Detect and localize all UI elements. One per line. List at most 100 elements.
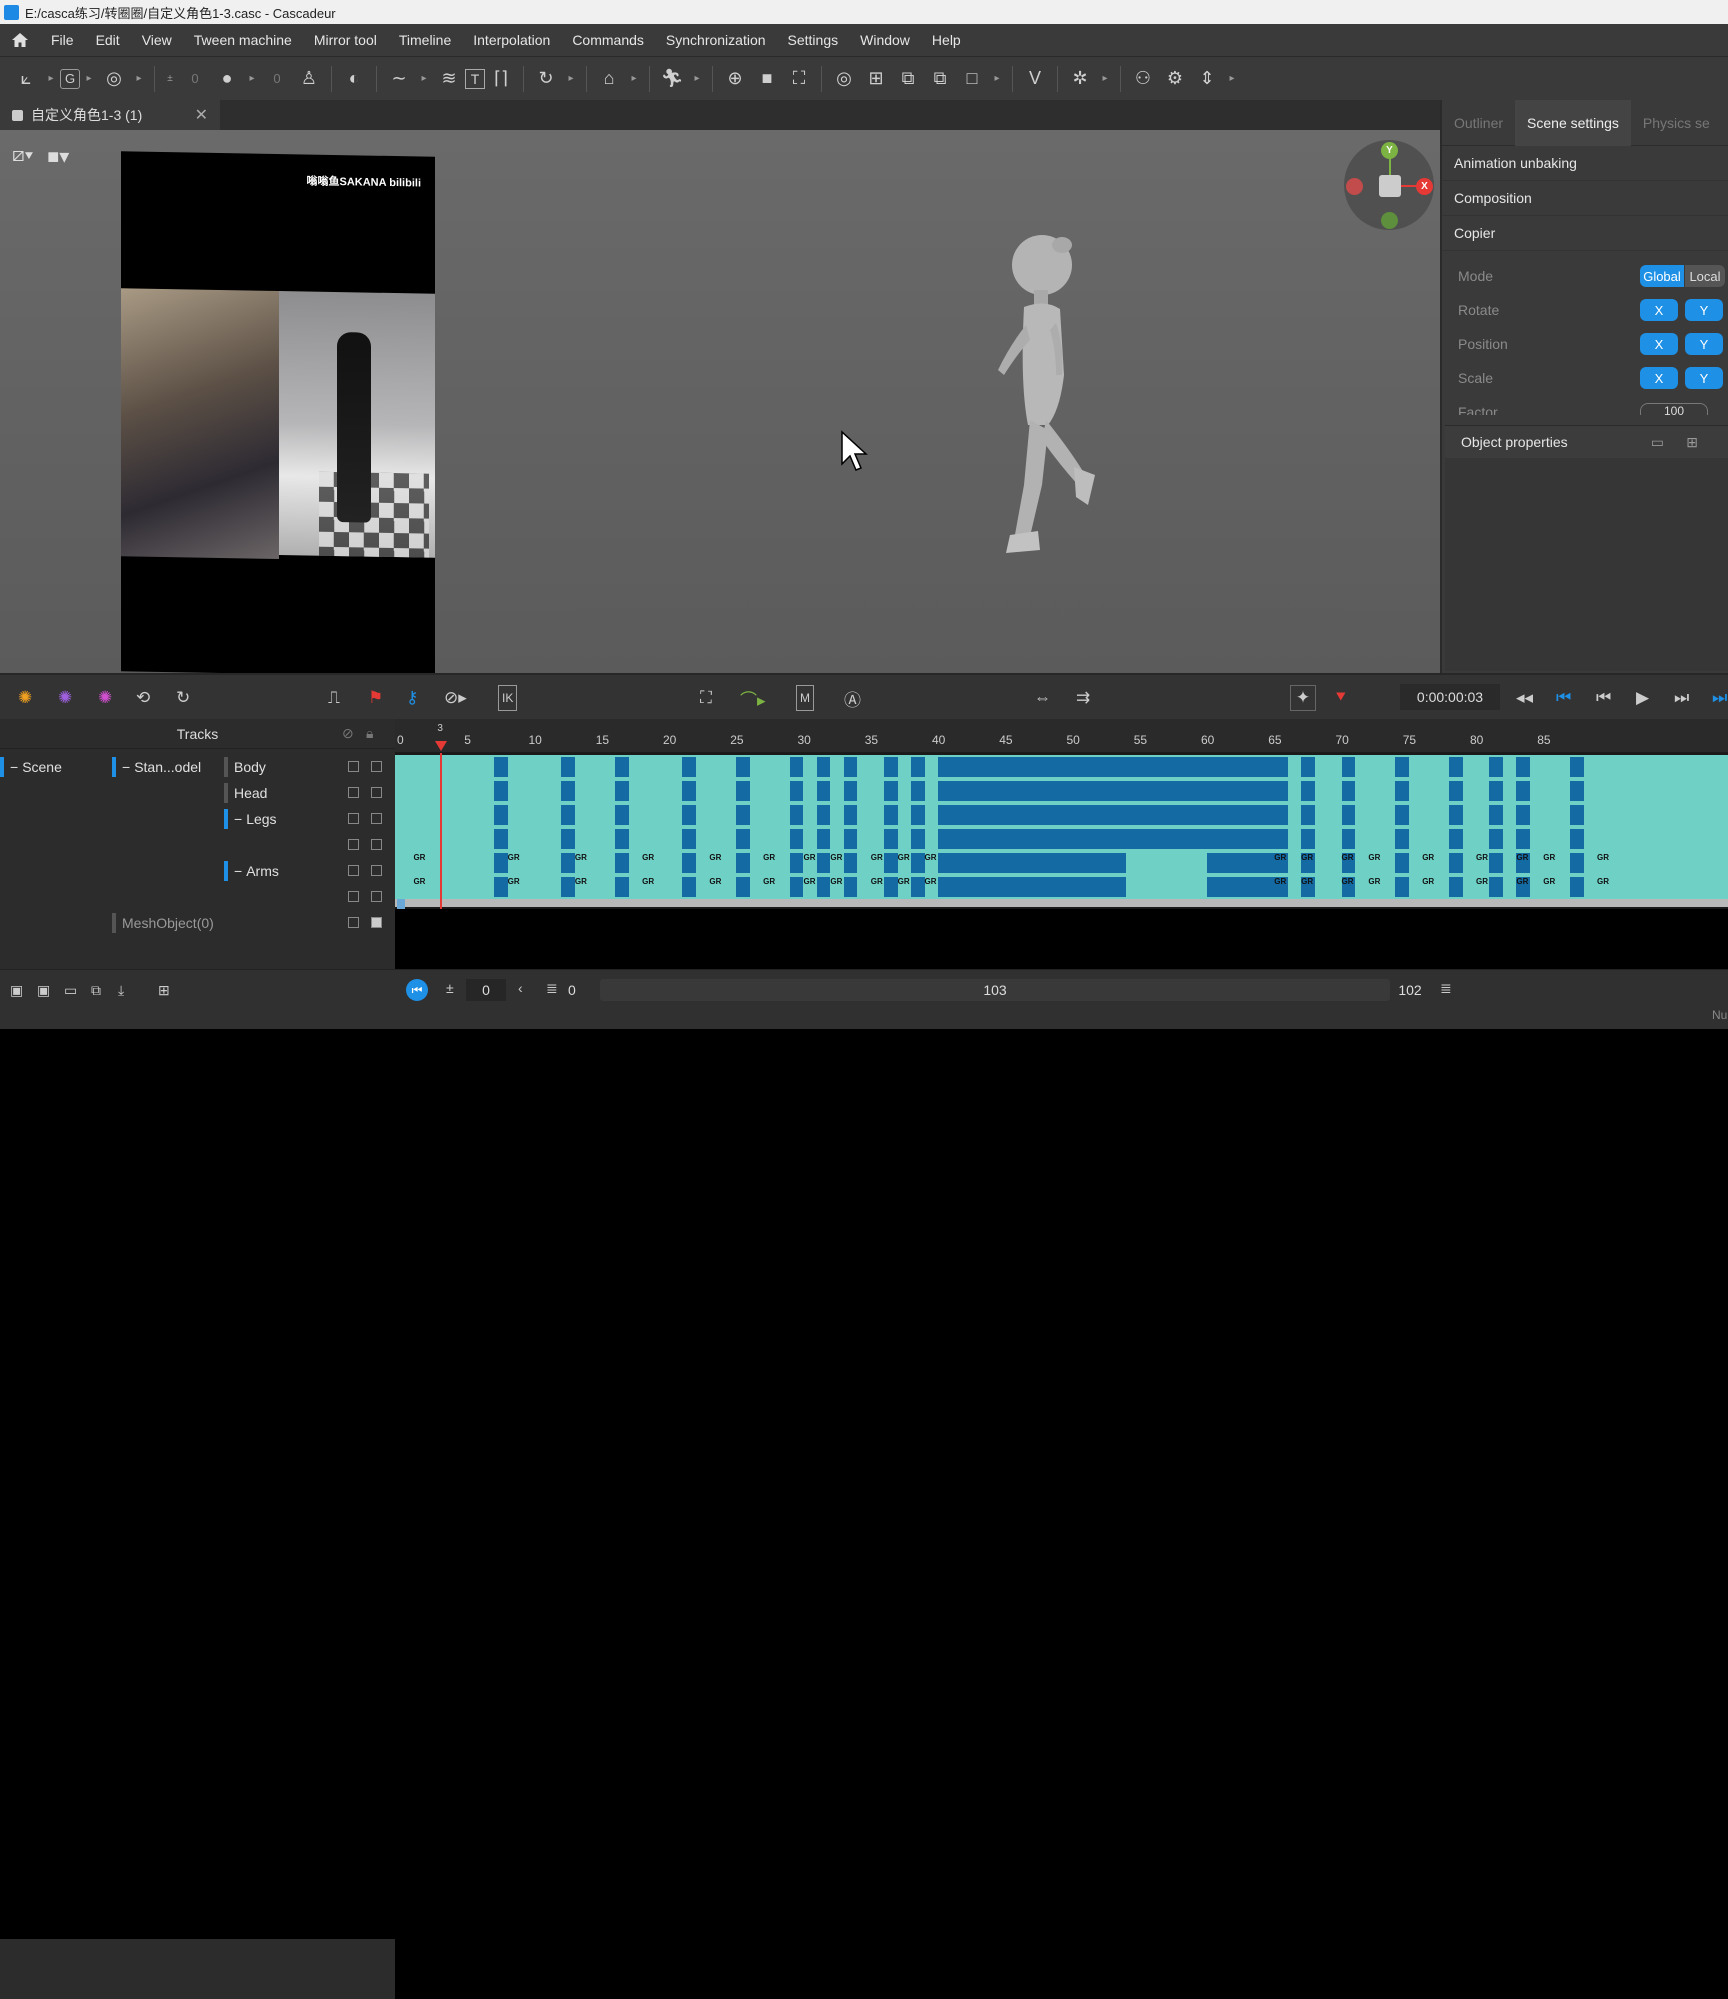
track-visibility-checkbox[interactable] — [371, 787, 382, 798]
gizmo-neg-y-axis[interactable] — [1381, 212, 1398, 229]
align-icon[interactable]: ⇕ — [1191, 64, 1223, 94]
keyframe-block[interactable] — [1449, 877, 1463, 897]
m-mode-icon[interactable]: M — [796, 685, 814, 711]
rotate-x-toggle[interactable]: X — [1640, 299, 1678, 321]
keyframe-block[interactable] — [615, 877, 629, 897]
keyframe-block[interactable] — [816, 877, 831, 897]
keyframe-block[interactable] — [561, 829, 575, 849]
keyframe-block[interactable] — [1516, 781, 1530, 801]
footprints-icon[interactable]: ⚇ — [1127, 64, 1159, 94]
window-icon[interactable]: ▭ — [1651, 434, 1664, 451]
track-scene[interactable]: − Scene — [0, 755, 62, 779]
keyframe-block[interactable] — [1516, 757, 1530, 777]
home-icon[interactable] — [0, 32, 40, 48]
keyframe-block[interactable] — [682, 781, 696, 801]
list-icon[interactable]: ≣ — [1440, 980, 1452, 997]
keyframe-block[interactable] — [682, 757, 696, 777]
keyframe-block[interactable] — [884, 757, 898, 777]
keyframe-block[interactable] — [1570, 829, 1584, 849]
keyframe-block[interactable] — [884, 829, 898, 849]
layers-remove-icon[interactable]: ⧉ — [924, 64, 956, 94]
menu-window[interactable]: Window — [849, 32, 921, 48]
menu-edit[interactable]: Edit — [85, 32, 131, 48]
keyframe-block[interactable] — [736, 781, 750, 801]
keyframe-lane[interactable] — [395, 899, 1728, 909]
keyframe-block[interactable] — [816, 853, 831, 873]
dropdown-arrow-icon[interactable]: ▸ — [415, 64, 433, 94]
keyframe-block[interactable] — [1274, 757, 1288, 777]
track-visibility-checkbox[interactable] — [348, 787, 359, 798]
keyframe-block[interactable] — [1395, 757, 1409, 777]
keyframe-block[interactable] — [938, 829, 1275, 849]
track-visibility-checkbox[interactable] — [348, 917, 359, 928]
mesh-key[interactable] — [397, 899, 405, 909]
keyframe-block[interactable] — [1449, 853, 1463, 873]
keyframe-lane[interactable] — [395, 779, 1728, 803]
keyframe-block[interactable] — [911, 829, 925, 849]
keyframe-block[interactable] — [1489, 877, 1503, 897]
range-end-input[interactable]: 102 — [1390, 979, 1430, 1001]
keyframe-block[interactable] — [843, 853, 858, 873]
add-folder-icon[interactable]: ▣ — [10, 982, 23, 999]
keyframe-block[interactable] — [561, 781, 575, 801]
keyframe-block[interactable] — [682, 877, 696, 897]
keyframe-block[interactable] — [1301, 781, 1315, 801]
spiral-icon[interactable]: ◎ — [828, 64, 860, 94]
range-start-input[interactable]: 0 — [466, 979, 506, 1001]
copier-factor-input[interactable]: 100 — [1640, 403, 1708, 415]
track-visibility-checkbox[interactable] — [348, 839, 359, 850]
hide-icon[interactable]: ⊘ — [342, 725, 354, 742]
gizmo-center[interactable] — [1379, 175, 1401, 197]
keyframe-block[interactable] — [1274, 829, 1288, 849]
keyframe-block[interactable] — [615, 781, 629, 801]
keyframe-block[interactable] — [1489, 829, 1503, 849]
keyframe-block[interactable] — [843, 829, 858, 849]
keyframe-block[interactable] — [561, 877, 575, 897]
rotate-y-toggle[interactable]: Y — [1685, 299, 1723, 321]
presentation-icon[interactable]: ⧄▾ — [12, 144, 33, 169]
keyframe-block[interactable] — [790, 757, 804, 777]
keyframe-block[interactable] — [911, 853, 925, 873]
rotate-icon[interactable]: ↻ — [530, 64, 562, 94]
playhead[interactable] — [440, 753, 443, 909]
section-composition[interactable]: Composition — [1442, 181, 1728, 216]
timeline-ruler[interactable]: 0 3 5 10 15 20 25 30 35 40 45 50 55 60 65 70 75 80 85 — [395, 719, 1728, 753]
keyframe-block[interactable] — [790, 805, 804, 825]
section-copier[interactable]: Copier — [1442, 216, 1728, 251]
global-space-icon[interactable]: G — [60, 68, 80, 89]
keyframe-block[interactable] — [1274, 805, 1288, 825]
track-visibility-checkbox[interactable] — [348, 865, 359, 876]
3d-viewport[interactable]: ⧄▾ ■▾ 嗡嗡鱼SAKANA bilibili Y X — [0, 130, 1440, 673]
keyframe-block[interactable] — [884, 877, 898, 897]
keyframe-block[interactable] — [816, 781, 831, 801]
path-icon[interactable]: ≋ — [433, 64, 465, 94]
keyframe-block[interactable] — [1449, 805, 1463, 825]
close-icon[interactable]: ✕ — [195, 105, 208, 125]
keyframe-block[interactable] — [884, 781, 898, 801]
flag-icon[interactable]: ⚑ — [368, 685, 383, 711]
camera-icon[interactable]: ■ — [751, 64, 783, 94]
focus-icon[interactable]: ⛶ — [783, 64, 815, 94]
keyframe-block[interactable] — [1395, 829, 1409, 849]
keyframe-block[interactable] — [1395, 853, 1409, 873]
dot-icon[interactable]: ● — [211, 64, 243, 94]
keyframe-lane[interactable] — [395, 755, 1728, 779]
keyframe-block[interactable] — [1301, 757, 1315, 777]
key-icon[interactable]: ⚷ — [406, 685, 418, 711]
keyframe-block[interactable] — [494, 853, 508, 873]
playhead-handle[interactable] — [435, 741, 448, 751]
keyframe-lane[interactable]: GR GR GR GR GR GR GR GR GR GR GR GR GR GR GR GR GR GR GR GR — [395, 875, 1728, 899]
keyframe-block[interactable] — [884, 805, 898, 825]
keyframe-block[interactable] — [1516, 805, 1530, 825]
keyframe-block[interactable] — [494, 757, 508, 777]
menu-tween-machine[interactable]: Tween machine — [183, 32, 303, 48]
keyframe-purple-icon[interactable]: ✺ — [58, 685, 72, 711]
keyframe-block[interactable] — [1570, 877, 1584, 897]
tab-scene-settings[interactable]: Scene settings — [1515, 99, 1631, 146]
pivot-tool-icon[interactable]: ◎ — [98, 64, 130, 94]
keyframe-block[interactable] — [1489, 781, 1503, 801]
dropdown-arrow-icon[interactable]: ▸ — [1223, 64, 1241, 94]
keyframe-lane[interactable]: GR GR GR GR GR GR GR GR GR GR GR GR GR GR GR GR GR GR GR GR — [395, 851, 1728, 875]
gizmo-neg-x-axis[interactable] — [1346, 178, 1363, 195]
keyframe-block[interactable] — [938, 805, 1275, 825]
